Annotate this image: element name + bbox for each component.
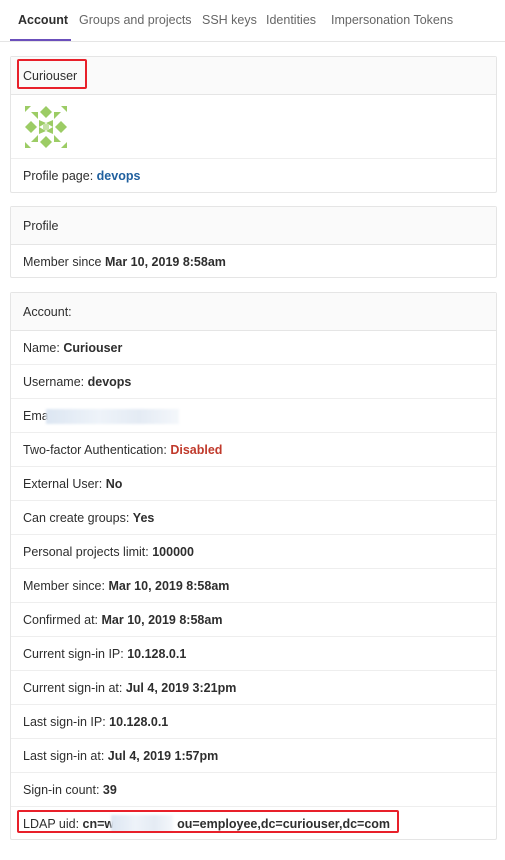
account-row-current-sign-in-at: Current sign-in at: Jul 4, 2019 3:21pm	[11, 671, 496, 705]
row-value: Yes	[132, 511, 155, 525]
row-value: 10.128.0.1	[127, 647, 187, 661]
row-value: devops	[87, 375, 132, 389]
row-label: Current sign-in IP:	[23, 647, 124, 661]
account-row-two-factor: Two-factor Authentication: Disabled	[11, 433, 496, 467]
row-value: Mar 10, 2019 8:58am	[108, 579, 230, 593]
account-row-last-sign-in-at: Last sign-in at: Jul 4, 2019 1:57pm	[11, 739, 496, 773]
row-value: 10.128.0.1	[109, 715, 169, 729]
account-row-last-sign-in-ip: Last sign-in IP: 10.128.0.1	[11, 705, 496, 739]
identicon-avatar-icon	[25, 106, 67, 148]
profile-page-row: Profile page: devops	[11, 159, 496, 193]
name-highlight-box	[17, 59, 87, 89]
row-label: Last sign-in IP:	[23, 715, 106, 729]
row-label: Username:	[23, 375, 85, 389]
row-value: Jul 4, 2019 3:21pm	[125, 681, 237, 695]
account-row-confirmed-at: Confirmed at: Mar 10, 2019 8:58am	[11, 603, 496, 637]
row-label: Personal projects limit:	[23, 545, 149, 559]
row-label: Can create groups:	[23, 511, 130, 525]
account-row-username: Username: devops	[11, 365, 496, 399]
row-label: Two-factor Authentication:	[23, 443, 167, 457]
row-value: No	[105, 477, 123, 491]
row-value: Jul 4, 2019 1:57pm	[107, 749, 219, 763]
row-label: Confirmed at:	[23, 613, 99, 627]
account-row-name: Name: Curiouser	[11, 331, 496, 365]
account-row-sign-in-count: Sign-in count: 39	[11, 773, 496, 807]
row-label: Ema	[23, 409, 49, 423]
profile-member-since-row: Member since Mar 10, 2019 8:58am	[11, 245, 496, 279]
row-label: Last sign-in at:	[23, 749, 105, 763]
account-row-external-user: External User: No	[11, 467, 496, 501]
account-card-title: Account:	[23, 305, 72, 319]
row-label: Member since:	[23, 579, 105, 593]
account-row-email: Ema	[11, 399, 496, 433]
row-value: Mar 10, 2019 8:58am	[101, 613, 223, 627]
profile-page-label: Profile page:	[23, 169, 94, 183]
row-label: Current sign-in at:	[23, 681, 123, 695]
active-tab-indicator	[10, 39, 71, 41]
tab-identities[interactable]: Identities	[266, 13, 316, 27]
redacted-email	[46, 409, 179, 424]
member-since-label: Member since	[23, 255, 102, 269]
account-row-can-create-groups: Can create groups: Yes	[11, 501, 496, 535]
account-row-current-sign-in-ip: Current sign-in IP: 10.128.0.1	[11, 637, 496, 671]
profile-page-link[interactable]: devops	[97, 169, 141, 183]
row-value: 39	[102, 783, 117, 797]
tab-ssh-keys[interactable]: SSH keys	[202, 13, 257, 27]
row-label: External User:	[23, 477, 103, 491]
row-value: 100000	[152, 545, 194, 559]
row-value: Curiouser	[63, 341, 123, 355]
row-label: Name:	[23, 341, 60, 355]
profile-card-title: Profile	[23, 219, 59, 233]
account-card-header: Account:	[11, 293, 496, 331]
account-row-member-since: Member since: Mar 10, 2019 8:58am	[11, 569, 496, 603]
ldap-highlight-box	[17, 810, 399, 833]
tab-account[interactable]: Account	[18, 13, 68, 27]
tab-groups-and-projects[interactable]: Groups and projects	[79, 13, 192, 27]
two-factor-status: Disabled	[170, 443, 223, 457]
profile-card: Profile Member since Mar 10, 2019 8:58am	[10, 206, 497, 278]
account-row-projects-limit: Personal projects limit: 100000	[11, 535, 496, 569]
tab-impersonation-tokens[interactable]: Impersonation Tokens	[331, 13, 453, 27]
account-tabs: Account Groups and projects SSH keys Ide…	[0, 0, 505, 42]
member-since-value: Mar 10, 2019 8:58am	[104, 255, 226, 269]
avatar-row	[11, 95, 496, 159]
profile-card-header: Profile	[11, 207, 496, 245]
account-card: Account: Name: Curiouser Username: devop…	[10, 292, 497, 840]
row-label: Sign-in count:	[23, 783, 100, 797]
